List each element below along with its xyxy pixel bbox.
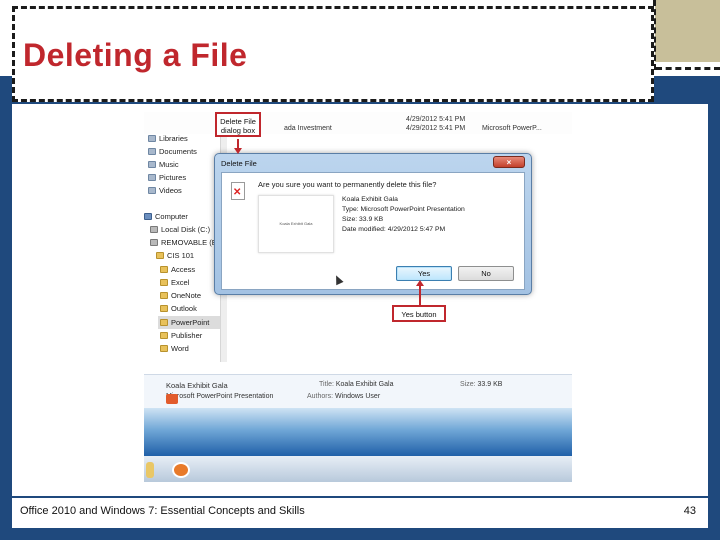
sidebar-item-computer[interactable]: Computer [144,210,188,223]
sidebar-item-local-disk[interactable]: Local Disk (C:) [150,223,210,236]
callout-arrow-head [234,148,242,154]
details-title-value: Koala Exhibit Gala [335,381,394,388]
library-icon [148,135,156,142]
taskbar-band [144,456,572,482]
sidebar-item-publisher[interactable]: Publisher [160,329,202,342]
details-authors-label: Authors: [307,393,334,400]
file-row-name[interactable]: ada Investment [284,125,332,132]
folder-icon [156,252,164,259]
title-box: Deleting a File [12,6,654,102]
sidebar-item-pictures[interactable]: Pictures [148,171,186,184]
slide-footer: Office 2010 and Windows 7: Essential Con… [12,498,708,528]
slide-title: Deleting a File [23,37,248,73]
details-file-name: Koala Exhibit Gala [166,381,228,390]
details-pane: Koala Exhibit Gala Microsoft PowerPoint … [144,374,572,408]
page-number: 43 [683,505,696,517]
folder-icon [160,332,168,339]
file-info: Koala Exhibit Gala Type: Microsoft Power… [342,195,465,235]
file-row-date: 4/29/2012 5:41 PM [406,125,466,132]
computer-icon [144,213,152,220]
folder-icon [160,305,168,312]
windows-screenshot: ada Investment 4/29/2012 5:41 PM 4/29/20… [144,112,572,482]
drive-icon [150,226,158,233]
sidebar-item-documents[interactable]: Documents [148,145,197,158]
accent-block [655,0,720,62]
folder-icon [160,279,168,286]
dialog-body: ✕ Are you sure you want to permanently d… [221,172,525,290]
details-size-label: Size: [460,381,476,388]
thumbnail-text: Koala Exhibit Gala [279,221,313,226]
info-file-type: Type: Microsoft PowerPoint Presentation [342,206,465,213]
library-icon [148,148,156,155]
yes-button[interactable]: Yes [396,266,452,281]
library-icon [148,161,156,168]
desktop-taskbar [144,408,572,482]
sidebar-item-videos[interactable]: Videos [148,184,182,197]
file-row-date-upper: 4/29/2012 5:41 PM [406,116,466,123]
sidebar-item-removable[interactable]: REMOVABLE (E:) [150,236,221,249]
sidebar-item-libraries[interactable]: Libraries [148,132,188,145]
folder-icon [160,292,168,299]
callout-yes-button: Yes button [392,305,446,322]
library-icon [148,187,156,194]
details-file-type: Microsoft PowerPoint Presentation [166,393,274,400]
library-icon [148,174,156,181]
sidebar-item-music[interactable]: Music [148,158,179,171]
sidebar-item-cis-101[interactable]: CIS 101 [156,249,194,262]
callout-arrow-head [416,280,424,286]
dashed-rule [656,67,720,70]
details-size-value: 33.9 KB [477,381,503,388]
file-row-type: Microsoft PowerP... [482,125,542,132]
confirm-question: Are you sure you want to permanently del… [258,180,437,189]
folder-icon[interactable] [146,462,154,478]
sidebar-item-excel[interactable]: Excel [160,276,189,289]
info-date-modified: Date modified: 4/29/2012 5:47 PM [342,226,446,233]
delete-file-dialog: Delete File × ✕ Are you sure you want to… [214,153,532,295]
no-button[interactable]: No [458,266,514,281]
info-file-size: Size: 33.9 KB [342,216,384,223]
footer-text: Office 2010 and Windows 7: Essential Con… [20,505,305,517]
details-title-label: Title: [319,381,334,388]
close-button[interactable]: × [493,156,525,168]
folder-icon [160,266,168,273]
folder-icon [160,319,168,326]
recycle-file-icon: ✕ [231,182,245,200]
callout-delete-file-dialog: Delete File dialog box [215,112,261,137]
sidebar-item-powerpoint[interactable]: PowerPoint [158,316,220,329]
media-player-icon[interactable] [172,462,190,478]
navigation-pane: Libraries Documents Music Pictures Video… [144,130,224,380]
file-thumbnail: Koala Exhibit Gala [258,195,334,253]
sidebar-item-word[interactable]: Word [160,342,189,355]
details-authors-value: Windows User [335,393,381,400]
sidebar-item-outlook[interactable]: Outlook [160,302,197,315]
dialog-title: Delete File [221,159,257,168]
sidebar-item-onenote[interactable]: OneNote [160,289,201,302]
sidebar-item-access[interactable]: Access [160,263,195,276]
powerpoint-file-icon [166,394,178,404]
info-file-name: Koala Exhibit Gala [342,196,398,203]
drive-icon [150,239,158,246]
folder-icon [160,345,168,352]
